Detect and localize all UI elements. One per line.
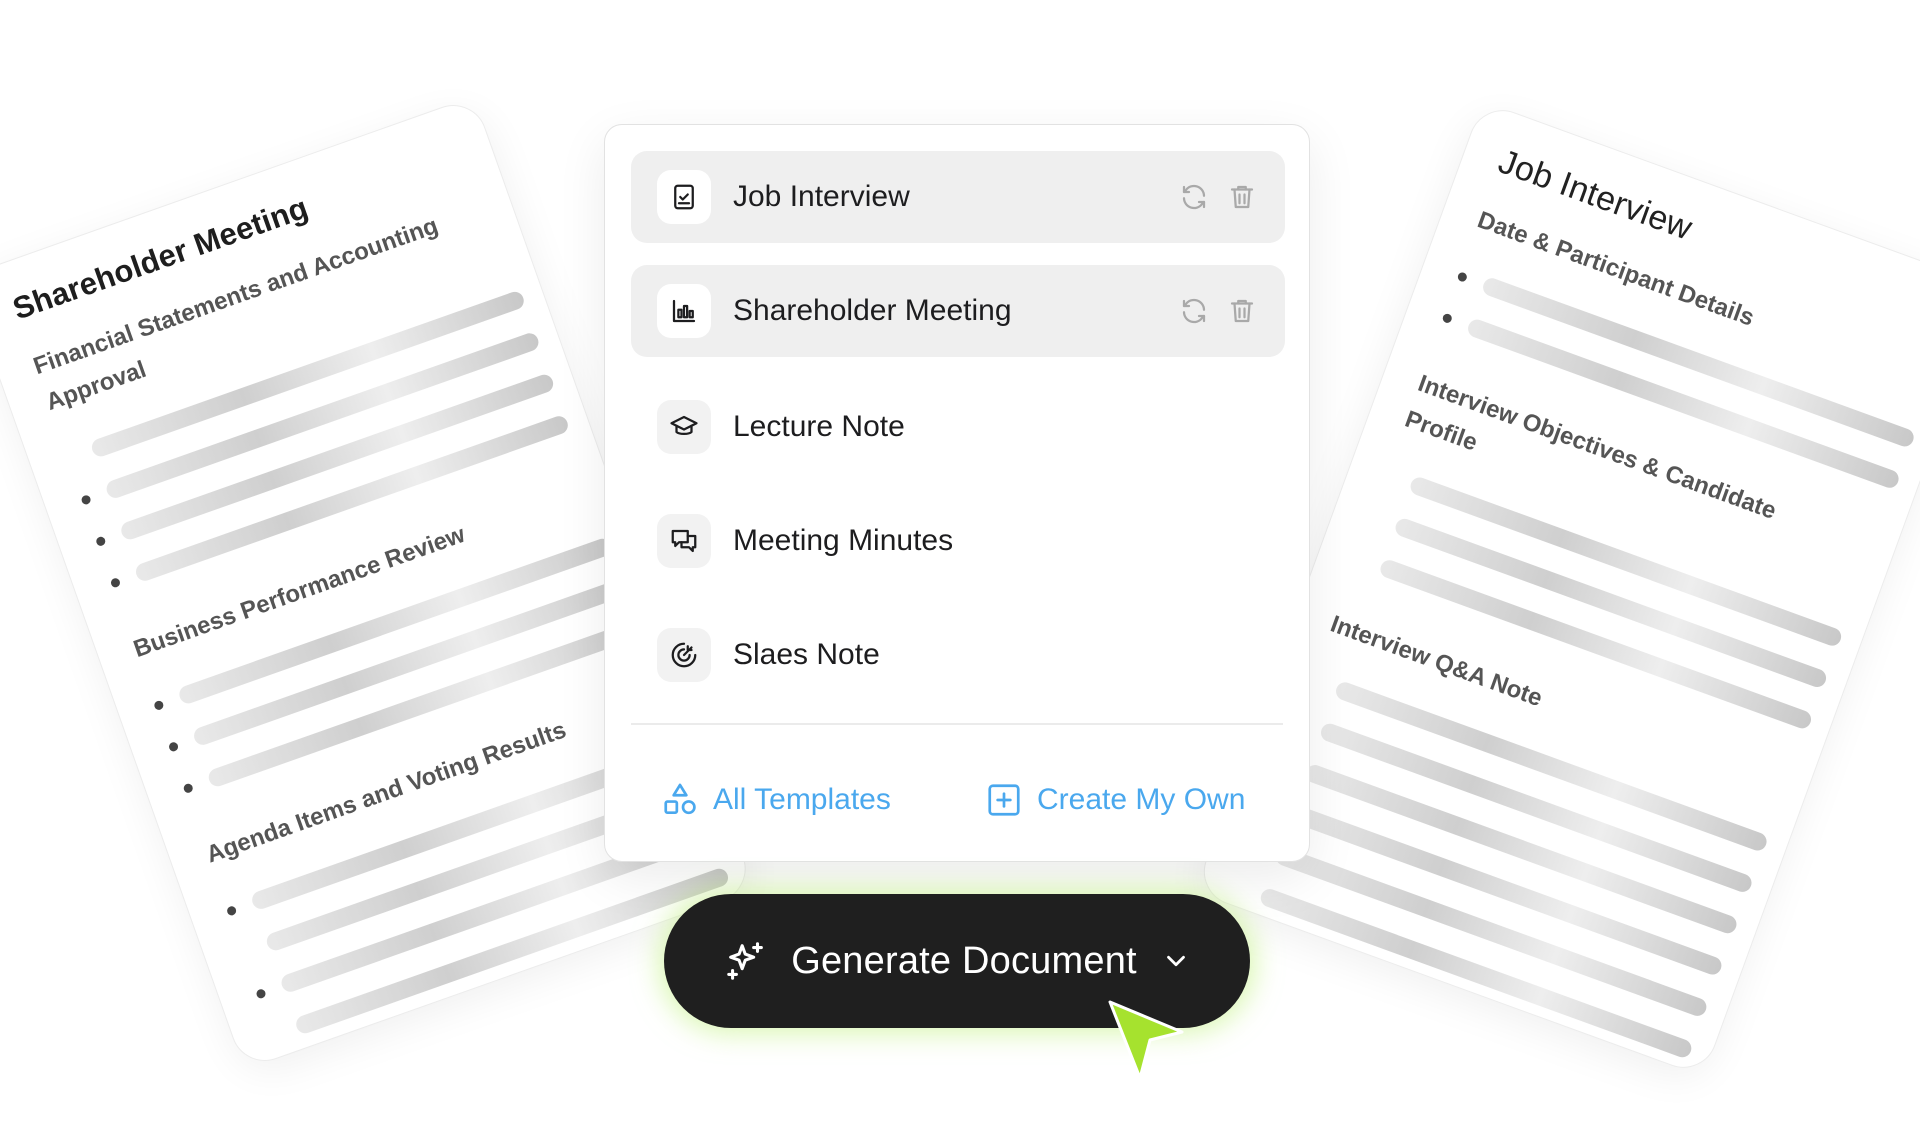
cursor-pointer-icon [1108,1000,1184,1080]
template-item-sales-note[interactable]: Slaes Note [631,607,1285,703]
bullet [1456,270,1469,283]
template-item-label: Job Interview [733,180,910,213]
create-my-own-button[interactable]: Create My Own [985,775,1245,825]
template-item-job-interview[interactable]: Job Interview [631,151,1285,243]
bullet [255,987,267,1000]
template-picker-panel: Job Interview Shareholder Meeting Lectur… [604,124,1310,862]
refresh-icon[interactable] [1177,180,1211,214]
generate-document-label: Generate Document [791,939,1137,982]
template-item-label: Slaes Note [733,638,880,671]
bullet [80,493,92,506]
shapes-icon [664,783,696,815]
bullet [182,782,194,794]
template-item-label: Meeting Minutes [733,524,954,557]
bullet [1441,312,1454,324]
template-item-label: Shareholder Meeting [733,294,1012,327]
clipboard-check-icon [657,170,711,224]
chat-bubbles-icon [657,514,711,568]
bullet [94,535,107,547]
trash-icon[interactable] [1225,294,1259,328]
divider [631,723,1283,725]
template-item-label: Lecture Note [733,410,905,443]
all-templates-button[interactable]: All Templates [661,775,891,825]
template-item-lecture-note[interactable]: Lecture Note [631,379,1285,475]
refresh-icon[interactable] [1177,294,1211,328]
bullet [109,576,122,589]
trash-icon[interactable] [1225,180,1259,214]
graduation-cap-icon [657,400,711,454]
all-templates-label: All Templates [713,783,891,816]
template-list: Job Interview Shareholder Meeting Lectur… [631,151,1285,721]
bar-chart-icon [657,284,711,338]
create-my-own-label: Create My Own [1037,783,1246,816]
bullet [167,740,180,753]
bullet [225,904,238,917]
target-icon [657,628,711,682]
template-item-meeting-minutes[interactable]: Meeting Minutes [631,493,1285,589]
plus-square-icon [988,784,1020,816]
sparkles-icon [727,942,764,980]
template-item-shareholder-meeting[interactable]: Shareholder Meeting [631,265,1285,357]
chevron-down-icon[interactable] [1161,946,1191,976]
bullet [152,699,165,711]
